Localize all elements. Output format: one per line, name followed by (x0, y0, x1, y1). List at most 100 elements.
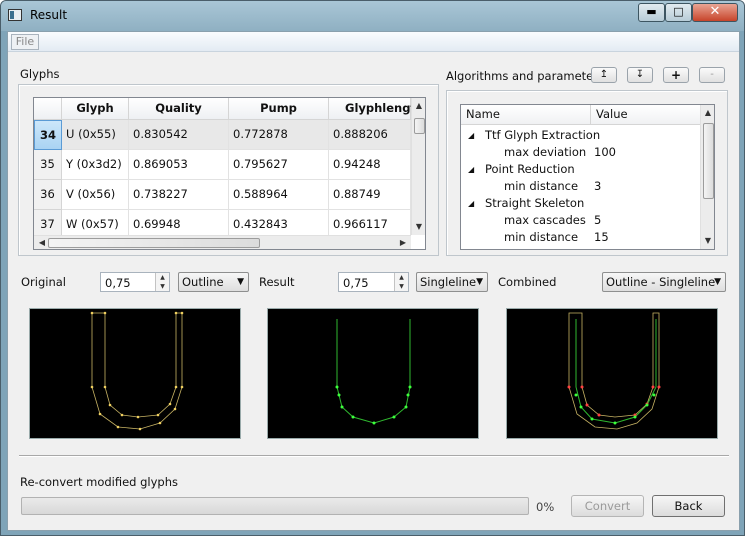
scroll-thumb[interactable] (414, 118, 425, 134)
algorithm-tree[interactable]: Name Value ◢ Ttf Glyph Extraction max de… (460, 104, 715, 250)
cell-quality[interactable]: 0.738227 (129, 180, 229, 210)
scroll-right-arrow-icon[interactable]: ▶ (397, 238, 409, 247)
dropdown-arrow-icon: ▼ (237, 277, 244, 287)
tree-vertical-scrollbar[interactable]: ▲ ▼ (700, 105, 714, 249)
tree-item[interactable]: min distance 15 (461, 229, 701, 246)
tree-column-value[interactable]: Value (591, 105, 701, 125)
tree-item-name: max cascades (504, 213, 586, 227)
combined-mode-select[interactable]: Outline - Singleline ▼ (602, 272, 726, 292)
tree-item-value[interactable]: 15 (594, 229, 609, 246)
result-label: Result (259, 275, 295, 289)
app-icon (8, 9, 22, 21)
cell-quality[interactable]: 0.830542 (129, 120, 229, 150)
tree-item-value[interactable]: 5 (594, 212, 601, 229)
tree-item[interactable]: max deviation 100 (461, 144, 701, 161)
scroll-left-arrow-icon[interactable]: ◀ (36, 238, 48, 247)
cell-length[interactable]: 0.88749 (329, 180, 411, 210)
tree-item-value[interactable]: 100 (594, 144, 616, 161)
tree-item-name: min distance (504, 230, 579, 244)
column-header-glyph[interactable]: Glyph (62, 98, 129, 120)
column-header-quality[interactable]: Quality (129, 98, 229, 120)
tree-item[interactable]: ◢ Straight Skeleton (461, 195, 701, 212)
row-header[interactable]: 36 (34, 180, 62, 210)
spin-down-icon[interactable]: ▼ (156, 282, 169, 291)
spin-down-icon[interactable]: ▼ (395, 282, 408, 291)
tree-item-name: Straight Skeleton (485, 196, 585, 210)
tree-item[interactable]: ◢ Point Reduction (461, 161, 701, 178)
combined-glyph-canvas[interactable] (506, 308, 718, 439)
cell-length[interactable]: 0.888206 (329, 120, 411, 150)
select-value: Outline (182, 275, 224, 289)
spin-up-icon[interactable]: ▲ (395, 273, 408, 282)
combined-label: Combined (498, 275, 557, 289)
tree-item-value[interactable]: 3 (594, 178, 601, 195)
tree-item-name: Point Reduction (485, 162, 575, 176)
scroll-down-arrow-icon[interactable]: ▼ (702, 236, 714, 245)
move-up-button[interactable]: ↥ (591, 67, 617, 83)
menu-bar: File (8, 32, 739, 52)
menu-file[interactable]: File (11, 34, 39, 50)
tree-item[interactable]: min distance 3 (461, 178, 701, 195)
move-down-button[interactable]: ↧ (627, 67, 653, 83)
cell-pump[interactable]: 0.588964 (229, 180, 329, 210)
minimize-button[interactable]: ▬ (638, 3, 665, 22)
tree-column-name[interactable]: Name (461, 105, 591, 125)
column-header-glyphlength[interactable]: Glyphlengtl (329, 98, 420, 120)
corner-header (34, 98, 62, 120)
table-horizontal-scrollbar[interactable]: ◀ ▶ (34, 235, 411, 249)
tree-item-name: Ttf Glyph Extraction (485, 128, 601, 142)
scroll-thumb[interactable] (48, 238, 260, 248)
expand-arrow-icon[interactable]: ◢ (468, 161, 474, 178)
title-bar[interactable]: Result ▬ □ ✕ (1, 1, 744, 31)
scroll-up-arrow-icon[interactable]: ▲ (702, 108, 714, 117)
reconvert-label: Re-convert modified glyphs (20, 475, 179, 489)
tree-item-name: max deviation (504, 145, 587, 159)
tree-item[interactable]: ◢ Ttf Glyph Extraction (461, 127, 701, 144)
original-glyph-canvas[interactable] (29, 308, 241, 439)
cell-quality[interactable]: 0.869053 (129, 150, 229, 180)
expand-arrow-icon[interactable]: ◢ (468, 127, 474, 144)
row-header[interactable]: 34 (34, 120, 62, 150)
scroll-thumb[interactable] (703, 123, 714, 199)
dropdown-arrow-icon: ▼ (714, 277, 721, 287)
cell-glyph[interactable]: Y (0x3d2) (62, 150, 129, 180)
tree-item-name: min distance (504, 179, 579, 193)
cell-pump[interactable]: 0.795627 (229, 150, 329, 180)
scroll-up-arrow-icon[interactable]: ▲ (413, 101, 425, 110)
original-outline-icon (90, 311, 184, 431)
result-mode-select[interactable]: Singleline ▼ (416, 272, 488, 292)
remove-algorithm-button[interactable]: - (699, 67, 725, 83)
select-value: Outline - Singleline (606, 275, 716, 289)
client-area: File Glyphs Glyph Quality Pump Glyphleng… (7, 31, 740, 531)
original-zoom-spinbox[interactable]: 0,75 ▲ ▼ (100, 272, 170, 292)
result-glyph-canvas[interactable] (267, 308, 479, 439)
original-mode-select[interactable]: Outline ▼ (178, 272, 249, 292)
zoom-value[interactable]: 0,75 (343, 276, 369, 290)
combined-overlay-icon (567, 312, 661, 430)
original-label: Original (21, 275, 67, 289)
tree-item[interactable]: max cascades 5 (461, 212, 701, 229)
cell-glyph[interactable]: U (0x55) (62, 120, 129, 150)
maximize-button[interactable]: □ (665, 3, 692, 22)
glyphs-label: Glyphs (20, 67, 60, 81)
cell-glyph[interactable]: V (0x56) (62, 180, 129, 210)
row-header[interactable]: 35 (34, 150, 62, 180)
result-singleline-icon (335, 319, 412, 425)
add-algorithm-button[interactable]: + (663, 67, 689, 83)
zoom-value[interactable]: 0,75 (105, 276, 131, 290)
progress-bar (21, 497, 529, 515)
progress-percent: 0% (536, 500, 555, 514)
column-header-pump[interactable]: Pump (229, 98, 329, 120)
spin-up-icon[interactable]: ▲ (156, 273, 169, 282)
convert-button[interactable]: Convert (571, 495, 644, 517)
result-zoom-spinbox[interactable]: 0,75 ▲ ▼ (338, 272, 409, 292)
glyph-table[interactable]: Glyph Quality Pump Glyphlengtl 34 U (0x5… (33, 97, 426, 250)
expand-arrow-icon[interactable]: ◢ (468, 195, 474, 212)
close-button[interactable]: ✕ (692, 3, 738, 22)
scroll-down-arrow-icon[interactable]: ▼ (413, 222, 425, 231)
cell-pump[interactable]: 0.772878 (229, 120, 329, 150)
table-vertical-scrollbar[interactable]: ▲ ▼ (411, 98, 425, 235)
separator (19, 455, 729, 457)
cell-length[interactable]: 0.94248 (329, 150, 411, 180)
back-button[interactable]: Back (652, 495, 725, 517)
